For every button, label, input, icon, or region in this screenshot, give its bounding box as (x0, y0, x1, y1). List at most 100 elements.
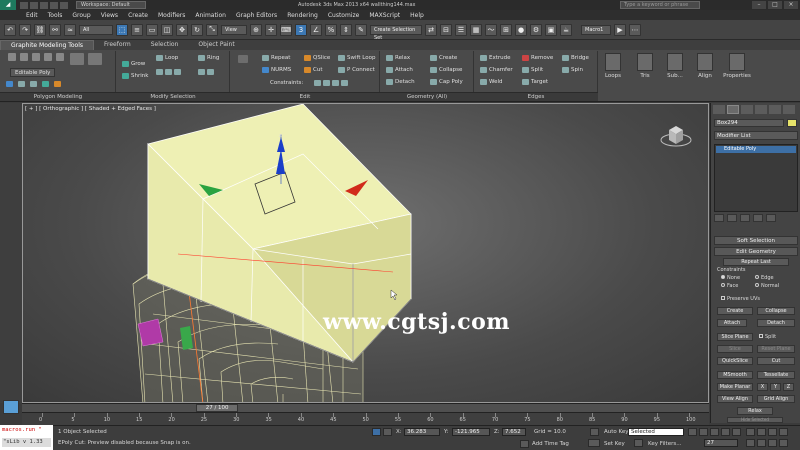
schematic-view-icon[interactable]: ⊞ (500, 23, 512, 36)
close-icon[interactable]: × (784, 1, 798, 9)
tessellate-button[interactable]: Tessellate (757, 371, 795, 379)
grow-button[interactable]: Grow (122, 61, 145, 67)
extrude-button[interactable]: Extrude (480, 55, 511, 61)
quickslice-button[interactable]: QuickSlice (717, 357, 753, 365)
constraint-buttons[interactable] (314, 80, 348, 86)
stack-up-icon[interactable] (18, 81, 25, 87)
properties-button[interactable]: Properties (722, 53, 752, 91)
relax-button[interactable]: Relax (737, 407, 773, 415)
menu-edit[interactable]: Edit (26, 12, 38, 19)
polygon-mode-icon[interactable] (44, 53, 52, 61)
preserve-uvs-icon[interactable] (54, 81, 61, 87)
menu-tools[interactable]: Tools (48, 12, 63, 19)
open-file-icon[interactable] (30, 1, 38, 9)
maxscript-mini-listener[interactable]: macros.run " "sLib v 1.33 (0, 425, 53, 450)
time-slider-thumb[interactable]: 27 / 100 (196, 404, 239, 412)
align-icon[interactable]: ⊟ (440, 23, 452, 36)
new-file-icon[interactable] (20, 1, 28, 9)
detach-button[interactable]: Detach (757, 319, 795, 327)
x-coordinate-field[interactable]: 36.283 (404, 428, 440, 436)
pivot-center-icon[interactable]: ⊕ (250, 23, 262, 36)
subdivision-button[interactable]: Sub... (662, 53, 688, 91)
tab-freeform[interactable]: Freeform (94, 40, 141, 50)
zoom-icon[interactable] (746, 428, 755, 436)
key-mode-icon[interactable] (590, 428, 599, 436)
constraint-normal-radio[interactable]: Normal (755, 283, 779, 289)
grid-align-button[interactable]: Grid Align (757, 395, 795, 403)
configure-sets-icon[interactable] (766, 214, 776, 222)
preserve-uvs-checkbox[interactable]: Preserve UVs (721, 296, 760, 302)
large-mode-icon[interactable] (70, 53, 84, 65)
editable-poly-dropdown[interactable]: Editable Poly (10, 68, 56, 77)
vertex-mode-icon[interactable] (8, 53, 16, 61)
rendered-frame-icon[interactable]: ▣ (545, 23, 557, 36)
macro-play-icon[interactable]: ▶ (614, 23, 626, 36)
next-frame-icon[interactable] (721, 428, 730, 436)
pan-icon[interactable] (757, 439, 766, 447)
edit-geometry-rollout[interactable]: Edit Geometry (714, 247, 798, 256)
modifier-list-dropdown[interactable]: Modifier List (714, 131, 798, 140)
split-button[interactable]: Split (522, 67, 543, 73)
absolute-mode-icon[interactable] (383, 428, 392, 436)
view-align-button[interactable]: View Align (717, 395, 753, 403)
stack-down-icon[interactable] (30, 81, 37, 87)
constraint-edge-radio[interactable]: Edge (755, 275, 774, 281)
move-icon[interactable]: ✥ (176, 23, 188, 36)
motion-tab-icon[interactable] (755, 105, 767, 114)
element-mode-icon[interactable] (56, 53, 64, 61)
repeat-button[interactable]: Repeat (262, 55, 290, 61)
viewport-orthographic[interactable]: [ + ] [ Orthographic ] [ Shaded + Edged … (22, 103, 709, 403)
select-by-name-icon[interactable]: ≡ (131, 23, 143, 36)
cut-button[interactable]: Cut (304, 67, 322, 73)
menu-help[interactable]: Help (410, 12, 424, 19)
show-end-result-icon[interactable] (42, 81, 49, 87)
remove-button[interactable]: Remove (522, 55, 553, 61)
zoom-all-icon[interactable] (757, 428, 766, 436)
unlink-icon[interactable]: ⚯ (49, 23, 61, 36)
keyboard-shortcut-icon[interactable]: ⌨ (280, 23, 292, 36)
y-coordinate-field[interactable]: -121.965 (452, 428, 490, 436)
redo-icon[interactable]: ↷ (19, 23, 31, 36)
swift-loop-button[interactable]: Swift Loop (338, 55, 375, 61)
p-connect-button[interactable]: P Connect (338, 67, 375, 73)
hierarchy-tab-icon[interactable] (741, 105, 753, 114)
weld-button[interactable]: Weld (480, 79, 503, 85)
tab-selection[interactable]: Selection (141, 40, 189, 50)
planar-x-button[interactable]: X (757, 383, 768, 391)
menu-maxscript[interactable]: MAXScript (369, 12, 400, 19)
planar-z-button[interactable]: Z (783, 383, 794, 391)
menu-views[interactable]: Views (101, 12, 118, 19)
pin-stack-icon[interactable] (714, 214, 724, 222)
attach-button[interactable]: Attach (717, 319, 747, 327)
shrink-button[interactable]: Shrink (122, 73, 148, 79)
loop-button[interactable]: Loop (156, 55, 178, 61)
zoom-extents-all-icon[interactable] (779, 428, 788, 436)
scale-icon[interactable]: ⤡ (206, 23, 218, 36)
angle-snap-icon[interactable]: ∠ (310, 23, 322, 36)
field-of-view-icon[interactable] (746, 439, 755, 447)
modify-selection-caption[interactable]: Modify Selection (116, 92, 230, 101)
macro-dropdown[interactable]: Macro1 (581, 24, 611, 35)
tab-object-paint[interactable]: Object Paint (188, 40, 244, 50)
set-key-icon[interactable] (588, 439, 600, 447)
selection-filter-dropdown[interactable]: All (79, 24, 113, 35)
cap-poly-button[interactable]: Cap Poly (430, 79, 463, 85)
large-edit-icon[interactable] (238, 55, 248, 63)
object-name-field[interactable]: Box294 (714, 119, 784, 127)
tab-graphite-modeling-tools[interactable]: Graphite Modeling Tools (0, 40, 95, 50)
window-crossing-icon[interactable]: ◫ (161, 23, 173, 36)
undo-icon[interactable]: ↶ (4, 23, 16, 36)
remove-modifier-icon[interactable] (753, 214, 763, 222)
select-object-icon[interactable]: ⬚ (116, 23, 128, 36)
tris-button[interactable]: Tris (632, 53, 658, 91)
reset-plane-button[interactable]: Reset Plane (757, 345, 795, 353)
qslice-button[interactable]: QSlice (304, 55, 330, 61)
time-tag-icon[interactable] (520, 440, 529, 448)
hide-selected-button[interactable]: Hide Selected (727, 417, 783, 423)
material-editor-icon[interactable]: ● (515, 23, 527, 36)
constraint-none-radio[interactable]: None (721, 275, 740, 281)
spinner-snap-icon[interactable]: ⇕ (340, 23, 352, 36)
set-key-button[interactable]: Set Key (604, 441, 625, 447)
show-end-result-icon[interactable] (727, 214, 737, 222)
menu-create[interactable]: Create (128, 12, 148, 19)
